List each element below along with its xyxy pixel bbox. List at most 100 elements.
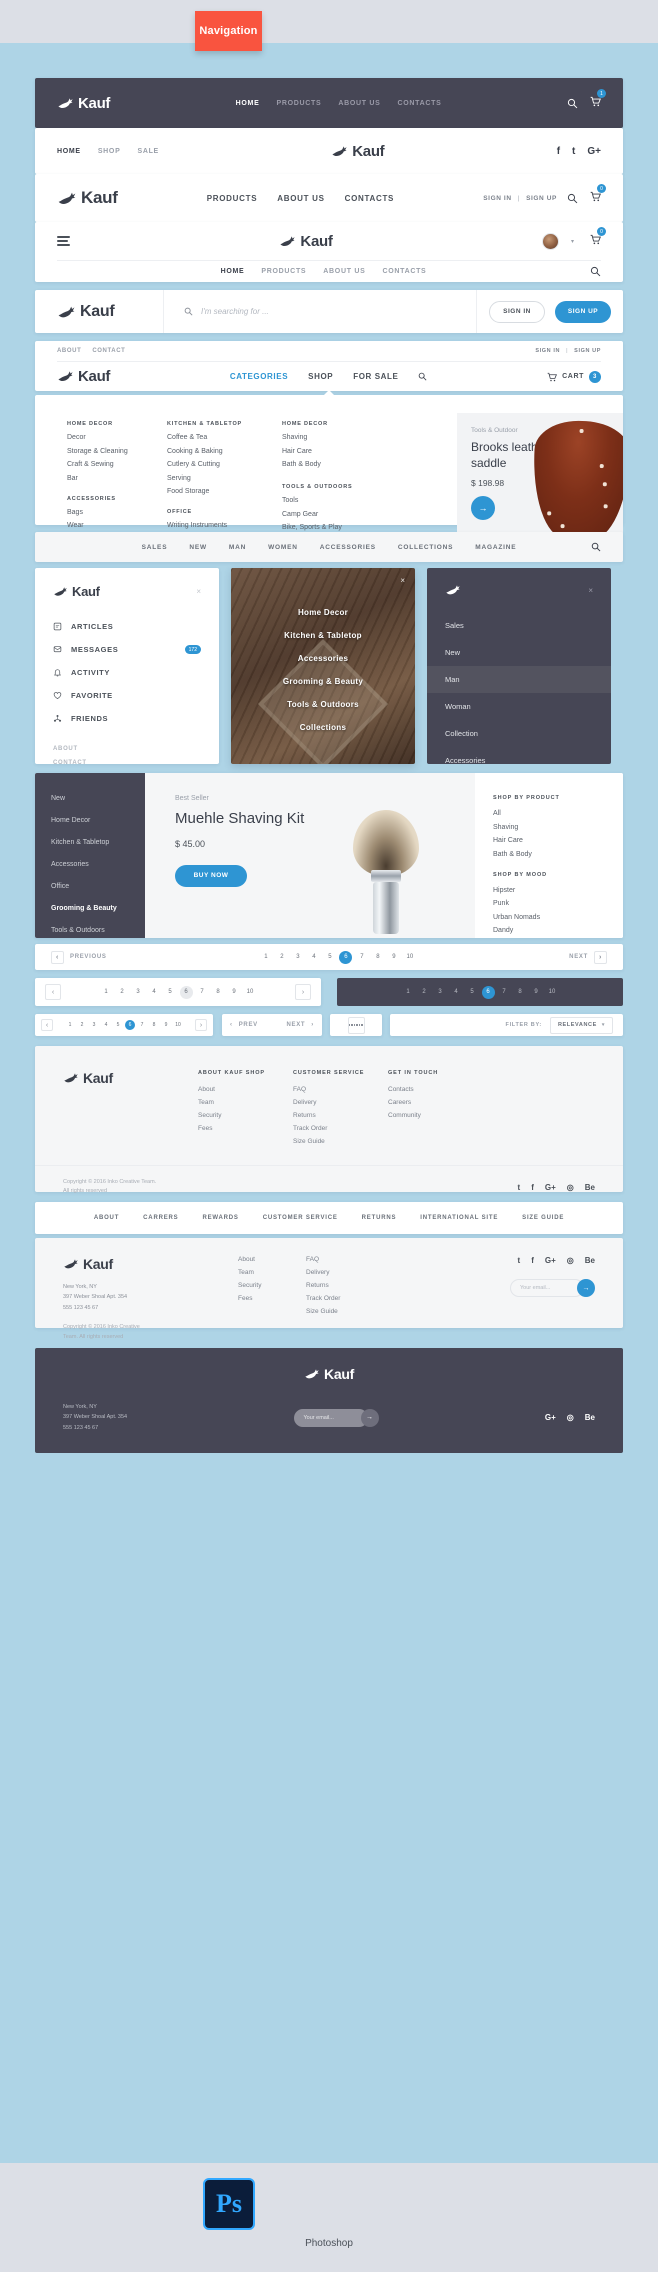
page-8[interactable]: 8 — [212, 986, 225, 999]
nav4-item-contacts[interactable]: CONTACTS — [382, 268, 426, 275]
logo-kauf[interactable]: Kauf — [63, 1070, 198, 1086]
google-plus-icon[interactable]: G+ — [545, 1183, 556, 1192]
promo-arrow-button[interactable]: → — [471, 495, 495, 520]
nav2-item-shop[interactable]: SHOP — [98, 148, 121, 155]
google-plus-icon[interactable]: G+ — [545, 1256, 556, 1265]
page-3[interactable]: 3 — [132, 986, 145, 999]
topnav-rewards[interactable]: REWARDS — [202, 1215, 238, 1221]
sign-in-button[interactable]: SIGN IN — [489, 300, 545, 323]
logo-kauf-white[interactable]: Kauf — [35, 1366, 623, 1382]
strip-item-accessories[interactable]: ACCESSORIES — [320, 544, 376, 551]
page-6-current[interactable]: 6 — [125, 1020, 135, 1030]
nav4-item-products[interactable]: PRODUCTS — [261, 268, 306, 275]
filter-item[interactable]: Punk — [493, 900, 605, 907]
footer-link[interactable]: Team — [198, 1099, 293, 1106]
footer-link[interactable]: About — [198, 1086, 293, 1093]
topnav-returns[interactable]: RETURNS — [362, 1215, 397, 1221]
footer-link[interactable]: Fees — [198, 1125, 293, 1132]
cat-item-categories[interactable]: CATEGORIES — [230, 372, 288, 381]
top-link-contact[interactable]: CONTACT — [92, 348, 125, 354]
logo-kauf[interactable]: Kauf — [57, 303, 115, 321]
search-icon[interactable] — [567, 193, 578, 204]
page-5[interactable]: 5 — [323, 951, 336, 964]
subscribe-input[interactable]: Your email... — [293, 1408, 368, 1427]
mega-item[interactable]: Bike, Sports & Play — [282, 524, 397, 531]
photo-item-tools[interactable]: Tools & Outdoors — [231, 700, 415, 709]
sign-in-link[interactable]: SIGN IN — [535, 348, 560, 354]
page-1[interactable]: 1 — [402, 986, 415, 999]
hamburger-icon[interactable] — [57, 236, 70, 246]
search-icon[interactable] — [590, 266, 601, 277]
dark-item-collection[interactable]: Collection — [427, 720, 611, 747]
filter-item[interactable]: Hair Care — [493, 837, 605, 844]
page-9[interactable]: 9 — [387, 951, 400, 964]
topnav-carrers[interactable]: CARRERS — [143, 1215, 178, 1221]
page-1[interactable]: 1 — [259, 951, 272, 964]
page-8[interactable]: 8 — [149, 1020, 159, 1030]
top-link-about[interactable]: ABOUT — [57, 348, 81, 354]
page-3[interactable]: 3 — [89, 1020, 99, 1030]
facebook-icon[interactable]: f — [557, 146, 560, 157]
cat-item-for-sale[interactable]: FOR SALE — [353, 372, 398, 381]
page-4[interactable]: 4 — [450, 986, 463, 999]
footer-link[interactable]: Fees — [238, 1295, 306, 1302]
page-5[interactable]: 5 — [164, 986, 177, 999]
strip-item-sales[interactable]: SALES — [142, 544, 168, 551]
nav-item-home[interactable]: HOME — [236, 100, 260, 107]
sign-up-button[interactable]: SIGN UP — [555, 300, 611, 323]
page-4[interactable]: 4 — [148, 986, 161, 999]
mega-item[interactable]: Shaving — [282, 434, 397, 441]
prod-nav-grooming[interactable]: Grooming & Beauty — [35, 897, 145, 919]
panel-sub-about[interactable]: ABOUT — [35, 742, 219, 756]
page-2[interactable]: 2 — [77, 1020, 87, 1030]
google-plus-icon[interactable]: G+ — [545, 1413, 556, 1422]
logo-kauf-white[interactable]: Kauf — [57, 95, 110, 112]
strip-item-women[interactable]: WOMEN — [268, 544, 298, 551]
panel-item-friends[interactable]: FRIENDS — [35, 707, 219, 730]
photo-item-kitchen[interactable]: Kitchen & Tabletop — [231, 631, 415, 640]
footer-link[interactable]: Returns — [306, 1282, 396, 1289]
page-9[interactable]: 9 — [161, 1020, 171, 1030]
nav2-item-home[interactable]: HOME — [57, 148, 81, 155]
footer-link[interactable]: Track Order — [293, 1125, 388, 1132]
mega-item[interactable]: Bar — [67, 475, 167, 482]
chevron-left-icon[interactable]: ‹ — [41, 1019, 53, 1031]
chevron-right-icon[interactable]: › — [195, 1019, 207, 1031]
chevron-left-icon[interactable]: ‹ — [45, 984, 61, 1000]
filter-item[interactable]: Urban Nomads — [493, 914, 605, 921]
prod-nav-home-decor[interactable]: Home Decor — [35, 809, 145, 831]
dribbble-icon[interactable]: ◎ — [567, 1256, 574, 1265]
mega-item[interactable]: Storage & Cleaning — [67, 448, 167, 455]
page-10[interactable]: 10 — [546, 986, 559, 999]
page-7[interactable]: 7 — [196, 986, 209, 999]
footer-link[interactable]: Size Guide — [306, 1308, 396, 1315]
page-6-current[interactable]: 6 — [339, 950, 353, 964]
page-4[interactable]: 4 — [101, 1020, 111, 1030]
topnav-size-guide[interactable]: SIZE GUIDE — [522, 1215, 564, 1221]
mega-item[interactable]: Cutlery & Cutting — [167, 461, 282, 468]
cart-button[interactable]: CART 3 — [547, 370, 601, 383]
footer-link[interactable]: Contacts — [388, 1086, 483, 1093]
page-5[interactable]: 5 — [113, 1020, 123, 1030]
close-icon[interactable]: × — [588, 586, 593, 595]
strip-item-collections[interactable]: COLLECTIONS — [398, 544, 453, 551]
nav-item-contacts[interactable]: CONTACTS — [398, 100, 442, 107]
mega-item[interactable]: Serving — [167, 475, 282, 482]
facebook-icon[interactable]: f — [531, 1183, 534, 1192]
page-1[interactable]: 1 — [65, 1020, 75, 1030]
behance-icon[interactable]: Be — [585, 1183, 595, 1192]
strip-item-magazine[interactable]: MAGAZINE — [475, 544, 516, 551]
page-6-current[interactable]: 6 — [481, 985, 495, 999]
filter-select[interactable]: RELEVANCE ▾ — [549, 1016, 613, 1034]
logo-kauf[interactable]: Kauf — [57, 368, 110, 385]
dark-item-accessories[interactable]: Accessories — [427, 747, 611, 774]
mega-item[interactable]: Hair Care — [282, 448, 397, 455]
dark-item-woman[interactable]: Woman — [427, 693, 611, 720]
page-1[interactable]: 1 — [100, 986, 113, 999]
mega-item[interactable]: Writing Instruments — [167, 522, 282, 529]
mega-item[interactable]: Craft & Sewing — [67, 461, 167, 468]
photo-item-grooming[interactable]: Grooming & Beauty — [231, 677, 415, 686]
nav3-item-products[interactable]: PRODUCTS — [207, 194, 258, 203]
filter-item[interactable]: Bath & Body — [493, 851, 605, 858]
photo-item-home-decor[interactable]: Home Decor — [231, 608, 415, 617]
